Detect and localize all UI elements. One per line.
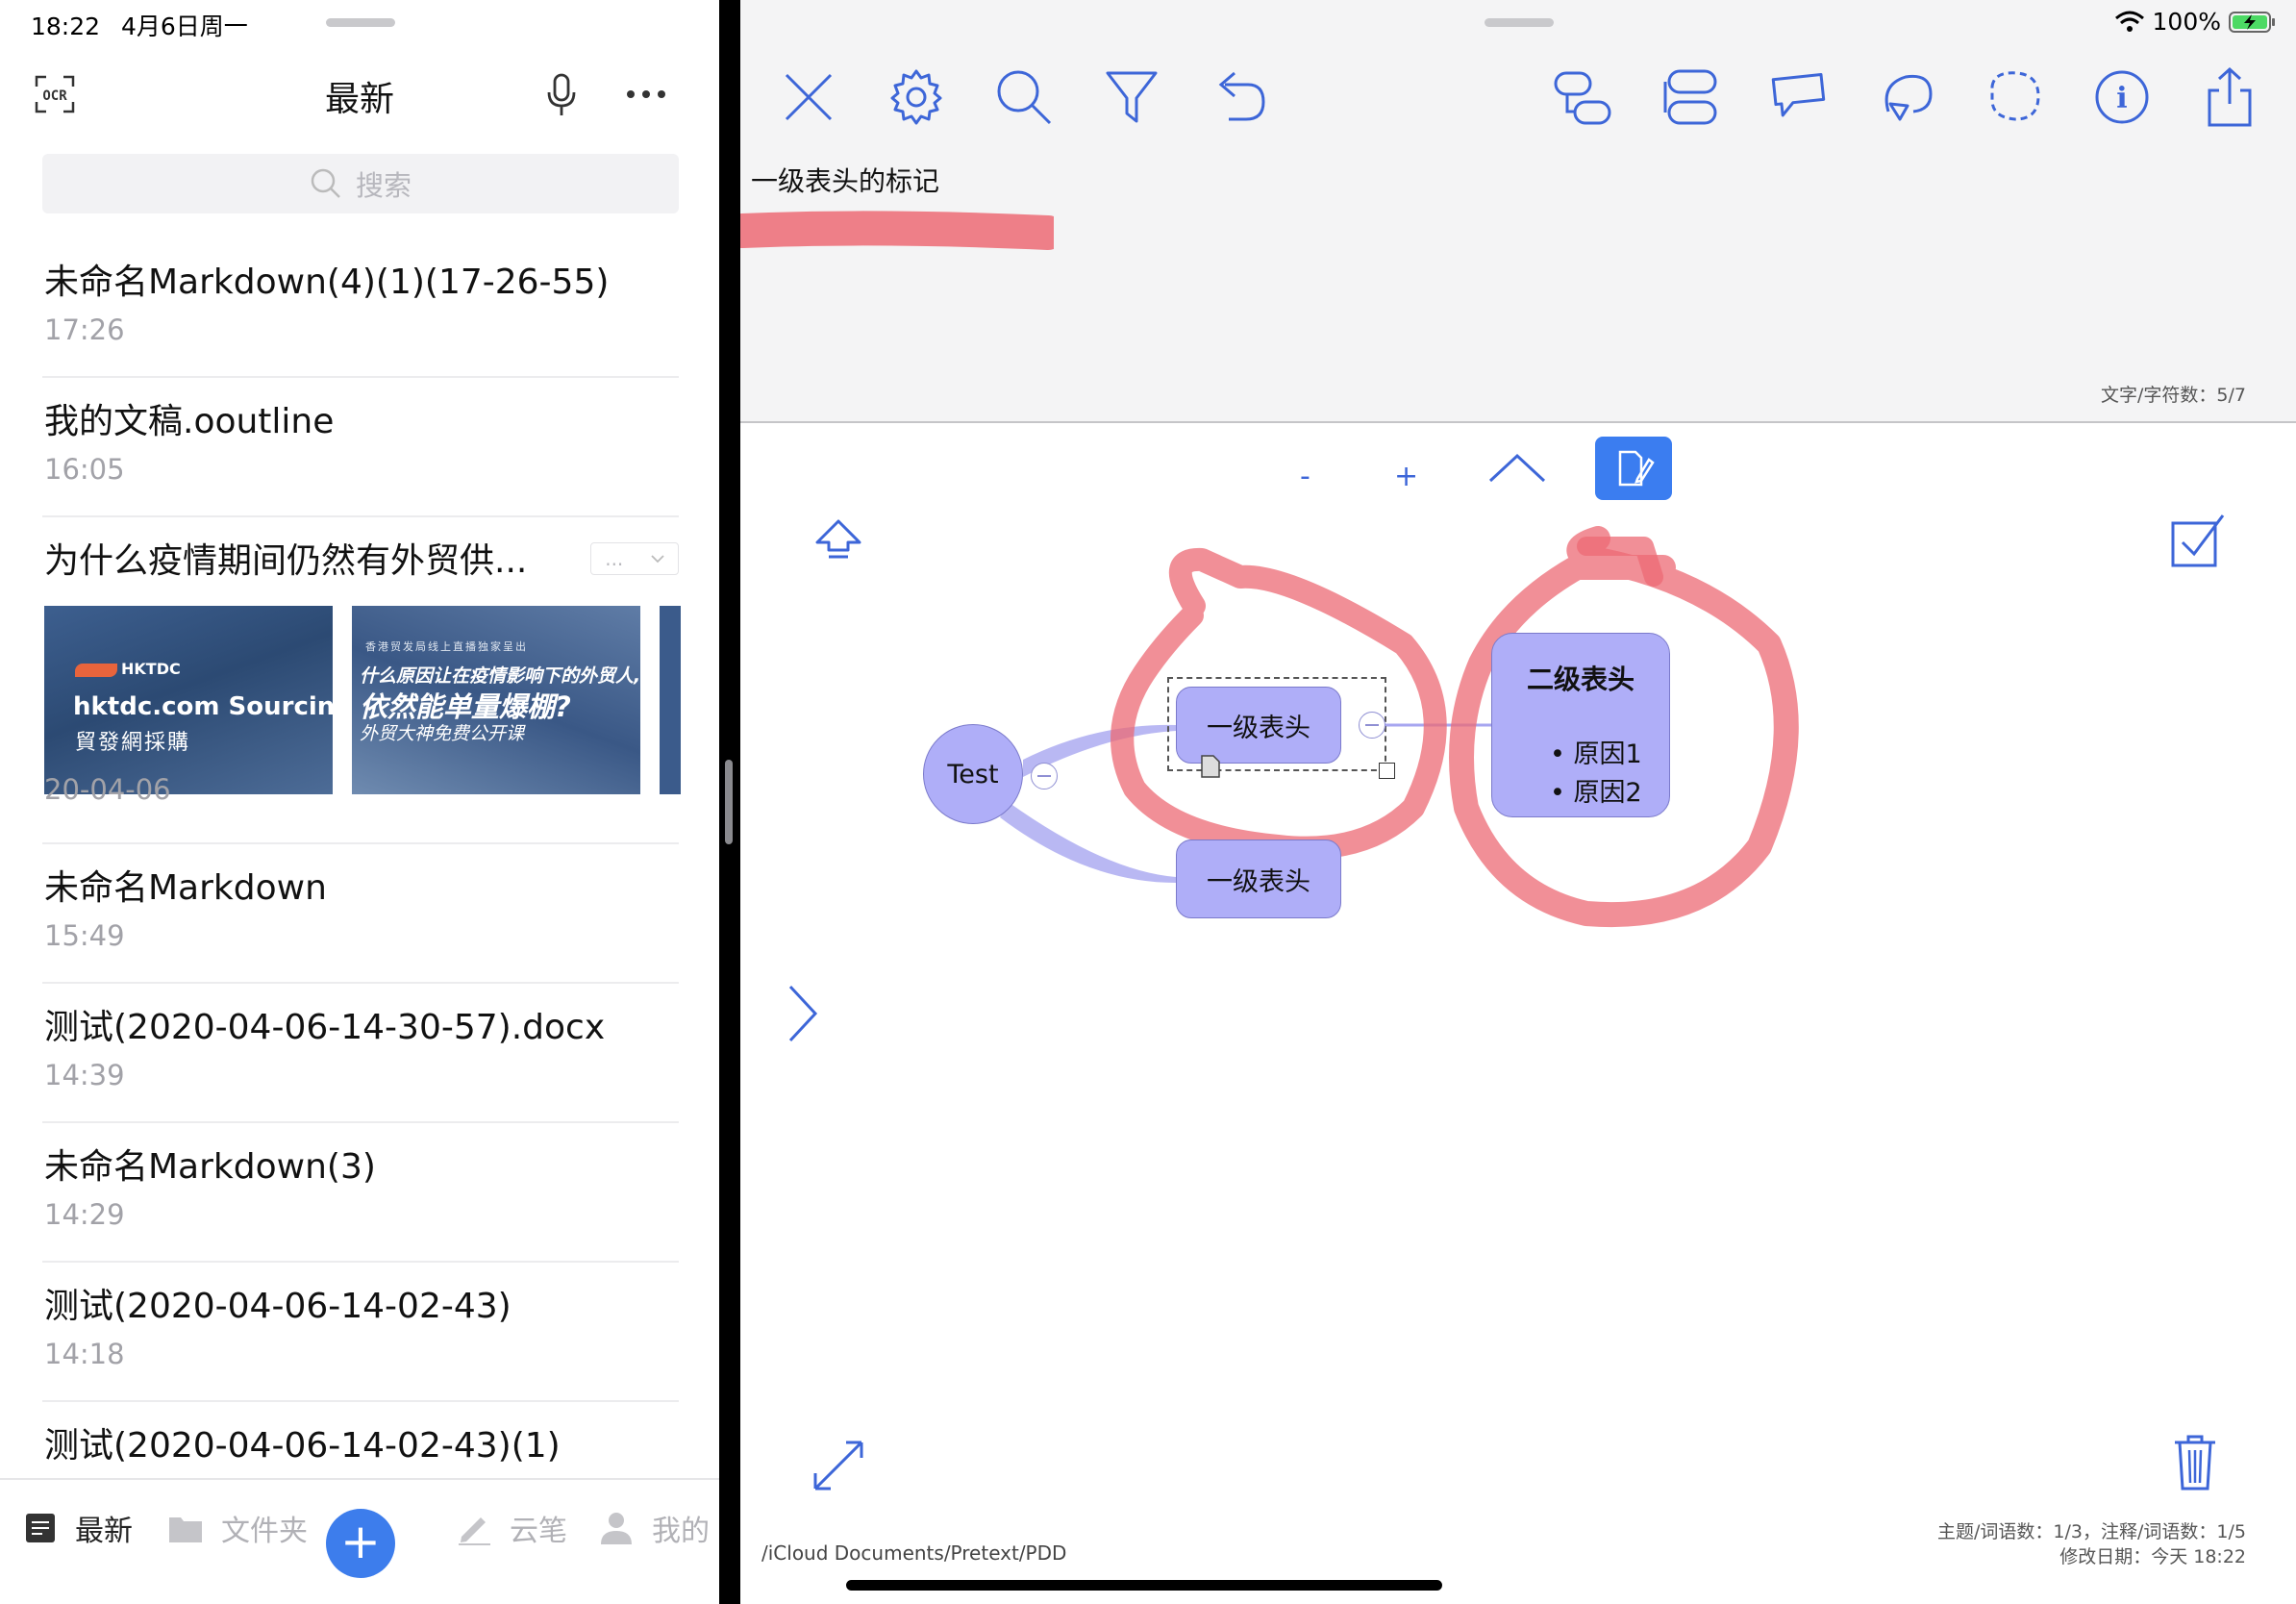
file-path: /iCloud Documents/Pretext/PDD [761,1541,1067,1565]
doc-title: 未命名Markdown(4)(1)(17-26-55) [44,263,610,302]
mindmap-node-level1[interactable]: 一级表头 [1176,840,1341,918]
document-list: 未命名Markdown(4)(1)(17-26-55) 17:26 我的文稿.o… [0,238,719,1541]
status-bar-left: 18:22 4月6日周一 [31,8,262,42]
note-attached-icon[interactable] [1200,754,1221,779]
mindmap-node-level1[interactable]: 一级表头 [1176,687,1341,764]
document-list-pane: 18:22 4月6日周一 OCR 最新 搜索 未命名Markdown(4)(1)… [0,0,719,1604]
item-more-dropdown[interactable]: ... [590,542,679,575]
doc-date: 14:18 [44,1338,125,1370]
hktdc-logo: HKTDC [75,660,181,678]
thumbnail-image[interactable]: 香港贸发局线上直播独家呈出 什么原因让在疫情影响下的外贸人, 依然能单量爆棚? … [352,606,640,794]
mindmap-node-level2[interactable]: 二级表头 原因1 原因2 [1491,633,1670,817]
list-item: 原因2 [1550,774,1669,813]
doc-title: 测试(2020-04-06-14-02-43)(1) [44,1426,561,1466]
tab-recent[interactable]: 最新 [23,1507,133,1549]
list-item: 原因1 [1550,736,1669,774]
doc-title: 我的文稿.ooutline [44,402,335,441]
search-input[interactable]: 搜索 [42,154,679,213]
status-time: 18:22 [31,13,101,40]
thumbnail-image[interactable] [660,606,681,794]
document-icon [26,1514,55,1542]
pen-icon [459,1517,490,1545]
microphone-icon[interactable] [544,73,579,117]
chevron-down-icon [651,555,664,564]
doc-title: 为什么疫情期间仍然有外贸供... [44,541,528,581]
list-item[interactable]: 未命名Markdown(4)(1)(17-26-55) 17:26 [42,238,679,378]
list-item[interactable]: 未命名Markdown(3) 14:29 [42,1123,679,1263]
tab-label: 云笔 [510,1515,567,1548]
tab-label: 文件夹 [221,1515,308,1548]
node-bullet-list: 原因1 原因2 [1492,736,1669,813]
multitask-grabber[interactable] [326,18,395,27]
mindmap-root-node[interactable]: Test [923,724,1023,824]
thumb-text: 貿發網採購 [75,731,191,755]
doc-title: 测试(2020-04-06-14-02-43) [44,1287,512,1326]
status-date: 4月6日周一 [121,13,248,40]
page-title: 最新 [324,80,394,119]
tab-cloud-pen[interactable]: 云笔 [456,1507,567,1549]
doc-title: 未命名Markdown(3) [44,1147,376,1187]
doc-date: 20-04-06 [44,773,171,806]
collapse-toggle[interactable] [1359,712,1385,739]
doc-title: 测试(2020-04-06-14-30-57).docx [44,1008,606,1047]
home-indicator[interactable] [846,1580,1442,1591]
tab-folder[interactable]: 文件夹 [167,1507,308,1549]
doc-date: 14:39 [44,1059,125,1091]
search-placeholder: 搜索 [355,169,412,202]
topic-stats: 主题/词语数：1/3，注释/词语数：1/5 [1937,1521,2246,1542]
mindmap-editor-pane: 100% i 一级表头的标记 文字/字符数：5/7 - + Test 一级表头 … [740,0,2296,1604]
folder-icon [169,1517,202,1542]
user-icon [601,1513,632,1544]
tab-label: 最新 [75,1515,133,1548]
list-item[interactable]: 我的文稿.ooutline 16:05 [42,378,679,517]
list-item[interactable]: 未命名Markdown 15:49 [42,844,679,984]
tab-mine[interactable]: 我的 [598,1507,710,1549]
doc-date: 16:05 [44,453,125,486]
doc-title: 未命名Markdown [44,868,327,908]
tab-label: 我的 [652,1515,710,1548]
more-options-icon[interactable] [625,81,667,108]
thumb-text: hktdc.com Sourcing [73,692,333,721]
doc-date: 14:29 [44,1198,125,1231]
list-item[interactable]: 为什么疫情期间仍然有外贸供... ... HKTDC hktdc.com Sou… [42,517,681,844]
doc-date: 17:26 [44,313,125,346]
node-title: 二级表头 [1526,664,1635,695]
search-icon [311,168,340,198]
split-view-divider[interactable] [725,760,733,844]
resize-handle[interactable] [1379,763,1395,779]
doc-date: 15:49 [44,919,125,952]
document-stats: 主题/词语数：1/3，注释/词语数：1/5 修改日期：今天 18:22 [1937,1519,2246,1569]
dropdown-label: ... [605,547,624,570]
bottom-tab-bar: 最新 文件夹 + 云笔 我的 [0,1478,719,1604]
modified-date: 修改日期：今天 18:22 [2059,1546,2246,1567]
thumb-text: 香港贸发局线上直播独家呈出 [365,640,528,653]
collapse-toggle[interactable] [1031,763,1058,789]
thumbnail-image[interactable]: HKTDC hktdc.com Sourcing 貿發網採購 [44,606,333,794]
thumb-text: 外贸大神免费公开课 [360,723,525,744]
thumb-text: 什么原因让在疫情影响下的外贸人, [360,665,640,687]
list-item[interactable]: 测试(2020-04-06-14-02-43) 14:18 [42,1263,679,1402]
add-document-button[interactable]: + [326,1509,395,1578]
list-item[interactable]: 测试(2020-04-06-14-30-57).docx 14:39 [42,984,679,1123]
